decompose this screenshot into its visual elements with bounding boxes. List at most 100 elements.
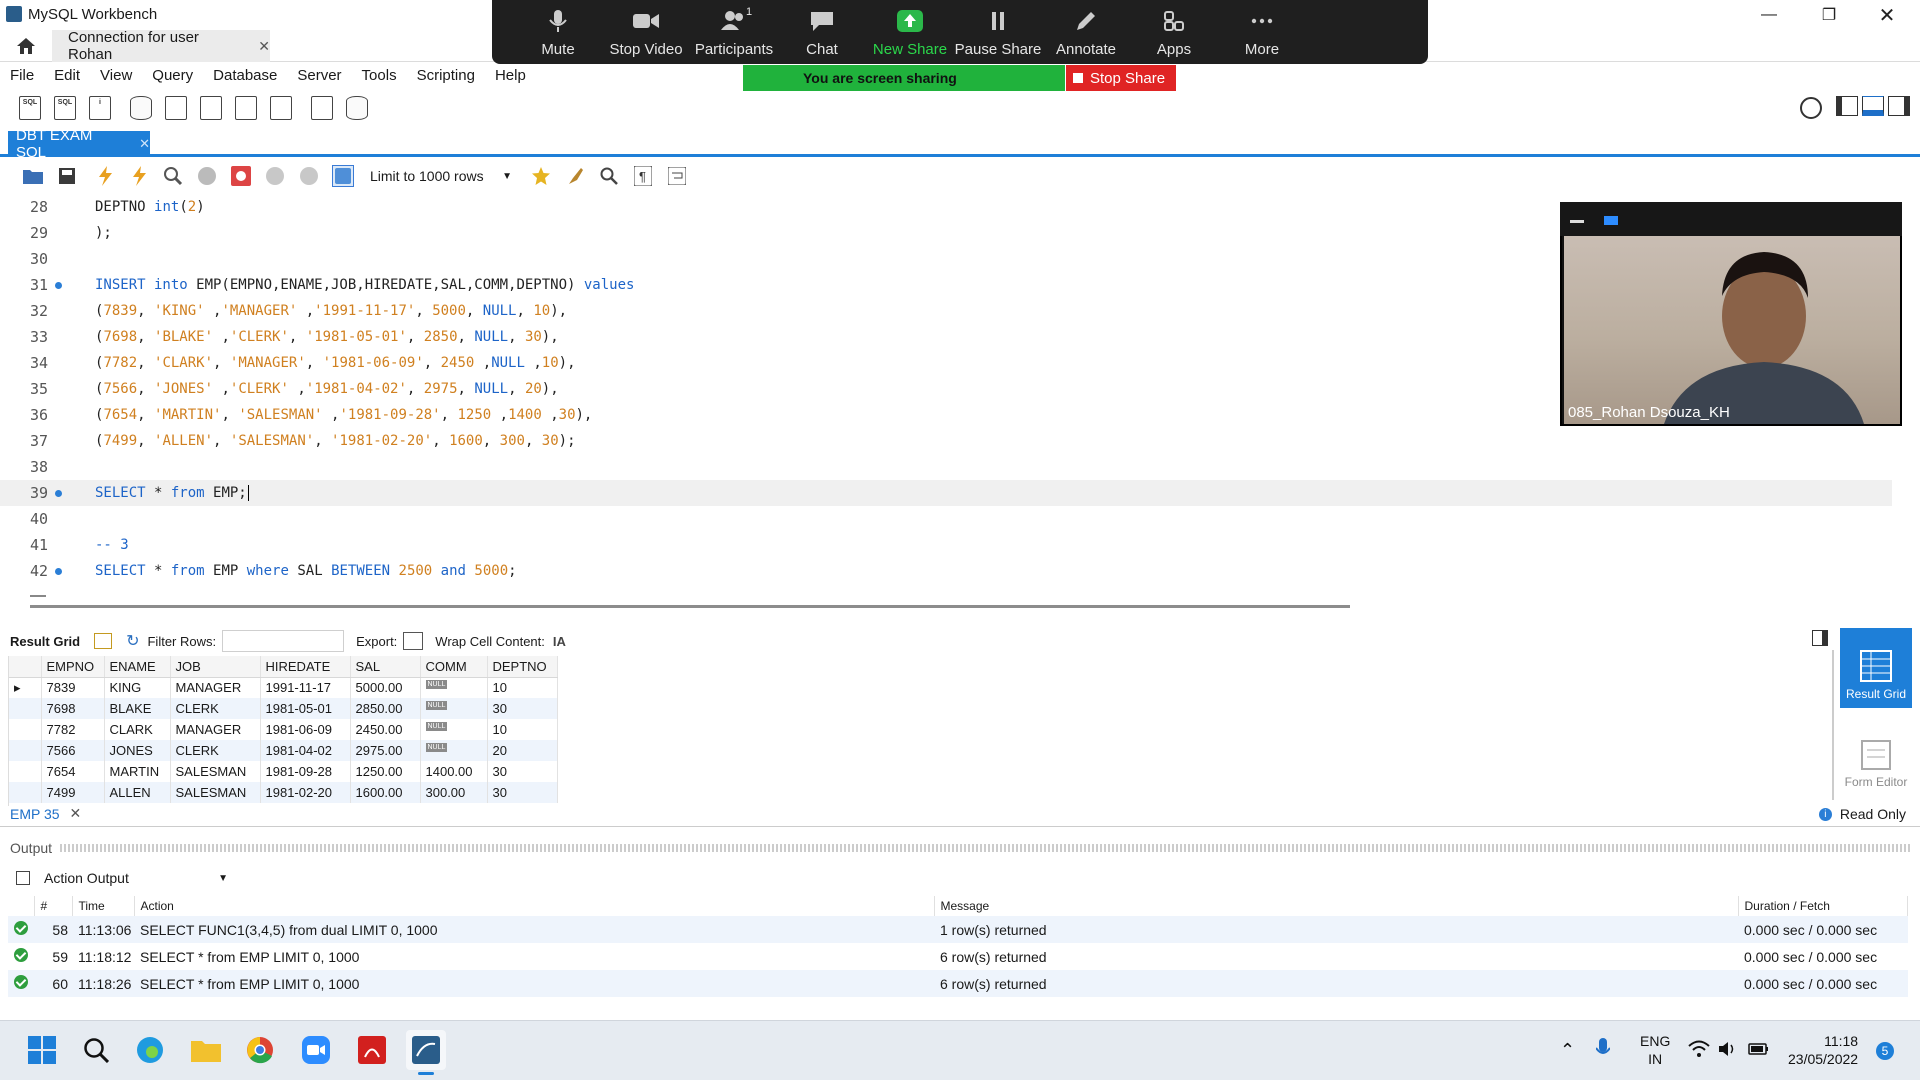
- execute-button[interactable]: [94, 165, 116, 187]
- table-row[interactable]: 7698 BLAKE CLERK 1981-05-01 2850.00 NULL 30: [9, 698, 558, 719]
- zoom-new-share-button[interactable]: New Share: [866, 0, 954, 64]
- export-icon[interactable]: [403, 632, 424, 650]
- table-row[interactable]: 7499 ALLEN SALESMAN 1981-02-20 1600.00 300.00…: [9, 782, 558, 803]
- output-column-header[interactable]: #: [34, 896, 73, 916]
- column-header[interactable]: ENAME: [104, 656, 171, 678]
- result-tab-emp[interactable]: EMP 35 ✕: [10, 805, 81, 822]
- menu-scripting[interactable]: Scripting: [417, 67, 475, 84]
- taskbar-mysql-workbench[interactable]: [406, 1030, 446, 1070]
- table-row[interactable]: 7782 CLARK MANAGER 1981-06-09 2450.00 NULL 10: [9, 719, 558, 740]
- action-output-table[interactable]: # Time Action Message Duration / Fetch 5…: [8, 896, 1908, 997]
- menu-database[interactable]: Database: [213, 67, 277, 84]
- menu-query[interactable]: Query: [152, 67, 193, 84]
- action-output-select[interactable]: Action Output ▼: [16, 866, 228, 890]
- column-header[interactable]: HIREDATE: [260, 656, 351, 678]
- execute-current-button[interactable]: [128, 165, 150, 187]
- column-header[interactable]: DEPTNO: [487, 656, 558, 678]
- create-view-button[interactable]: [197, 94, 225, 122]
- inspector-button[interactable]: i: [86, 94, 114, 122]
- rollback-button[interactable]: [298, 165, 320, 187]
- add-snippet-button[interactable]: [530, 165, 552, 187]
- output-column-header[interactable]: Duration / Fetch: [1738, 896, 1908, 916]
- create-schema-button[interactable]: [127, 94, 155, 122]
- settings-gear-icon[interactable]: [1800, 97, 1822, 119]
- find-button[interactable]: [598, 165, 620, 187]
- output-row[interactable]: 59 11:18:12 SELECT * from EMP LIMIT 0, 100…: [8, 943, 1908, 970]
- wrap-lines-button[interactable]: [666, 165, 688, 187]
- invisible-chars-button[interactable]: ¶: [632, 165, 654, 187]
- menu-view[interactable]: View: [100, 67, 132, 84]
- output-column-header[interactable]: Action: [134, 896, 935, 916]
- limit-rows-select[interactable]: Limit to 1000 rows ▼: [366, 164, 516, 188]
- taskbar-acrobat[interactable]: [352, 1030, 392, 1070]
- output-column-header[interactable]: Message: [934, 896, 1739, 916]
- toggle-secondary-sidebar-button[interactable]: [1888, 96, 1910, 116]
- result-grid-side-button[interactable]: Result Grid: [1840, 628, 1912, 708]
- refresh-icon[interactable]: ↻: [126, 631, 139, 651]
- taskbar-file-explorer[interactable]: [186, 1030, 226, 1070]
- new-sql-tab-button[interactable]: SQL: [16, 94, 44, 122]
- commit-button[interactable]: [264, 165, 286, 187]
- column-header[interactable]: EMPNO: [41, 656, 105, 678]
- zoom-stop-video-button[interactable]: Stop Video: [602, 0, 690, 64]
- open-sql-script-button[interactable]: SQL: [51, 94, 79, 122]
- table-row[interactable]: 7654 MARTIN SALESMAN 1981-09-28 1250.00 1400.…: [9, 761, 558, 782]
- open-file-button[interactable]: [22, 165, 44, 187]
- wifi-icon[interactable]: [1688, 1040, 1710, 1061]
- zoom-more-button[interactable]: More: [1218, 0, 1306, 64]
- battery-icon[interactable]: [1748, 1040, 1770, 1061]
- start-button[interactable]: [22, 1030, 62, 1070]
- taskbar-edge[interactable]: [130, 1030, 170, 1070]
- menu-edit[interactable]: Edit: [54, 67, 80, 84]
- notification-badge[interactable]: 5: [1876, 1042, 1894, 1060]
- microphone-tray-icon[interactable]: [1595, 1038, 1611, 1063]
- toggle-error-stop-button[interactable]: [230, 165, 252, 187]
- volume-icon[interactable]: [1718, 1040, 1738, 1061]
- close-window-button[interactable]: ✕: [1858, 0, 1916, 30]
- result-grid[interactable]: EMPNO ENAME JOB HIREDATE SAL COMM DEPTNO…: [8, 656, 568, 806]
- zoom-pause-share-button[interactable]: Pause Share: [954, 0, 1042, 64]
- close-tab-icon[interactable]: ✕: [258, 38, 270, 55]
- toggle-output-button[interactable]: [1862, 96, 1884, 116]
- show-hidden-icons-chevron-icon[interactable]: ⌃: [1560, 1040, 1575, 1061]
- explain-button[interactable]: [162, 165, 184, 187]
- minimize-button[interactable]: —: [1740, 0, 1798, 30]
- taskbar-search-button[interactable]: [76, 1030, 116, 1070]
- menu-server[interactable]: Server: [297, 67, 341, 84]
- wrap-cell-icon[interactable]: IA: [553, 634, 566, 649]
- stop-share-button[interactable]: Stop Share: [1066, 65, 1176, 91]
- copy-output-icon[interactable]: [16, 871, 30, 885]
- view-toggle-icon[interactable]: [1604, 216, 1618, 225]
- connection-tab[interactable]: Connection for user Rohan ✕: [52, 29, 270, 63]
- save-button[interactable]: [56, 165, 78, 187]
- minimize-video-icon[interactable]: [1570, 220, 1584, 223]
- menu-tools[interactable]: Tools: [362, 67, 397, 84]
- taskbar-chrome[interactable]: [240, 1030, 280, 1070]
- menu-file[interactable]: File: [10, 67, 34, 84]
- reconnect-button[interactable]: [343, 94, 371, 122]
- create-table-button[interactable]: [162, 94, 190, 122]
- table-row[interactable]: 7566 JONES CLERK 1981-04-02 2975.00 NULL 20: [9, 740, 558, 761]
- query-tab[interactable]: DBT EXAM SQL ✕: [8, 127, 150, 161]
- home-tab[interactable]: [0, 30, 52, 62]
- zoom-participants-button[interactable]: 1 Participants: [690, 0, 778, 64]
- taskbar-zoom[interactable]: [296, 1030, 336, 1070]
- output-row[interactable]: 58 11:13:06 SELECT FUNC1(3,4,5) from dual …: [8, 916, 1908, 943]
- output-column-header[interactable]: Time: [72, 896, 135, 916]
- zoom-annotate-button[interactable]: Annotate: [1042, 0, 1130, 64]
- column-header[interactable]: COMM: [420, 656, 488, 678]
- column-header[interactable]: JOB: [170, 656, 261, 678]
- result-grid-label[interactable]: Result Grid: [10, 634, 80, 649]
- zoom-mute-button[interactable]: Mute: [514, 0, 602, 64]
- output-row[interactable]: 60 11:18:26 SELECT * from EMP LIMIT 0, 100…: [8, 970, 1908, 997]
- close-query-tab-icon[interactable]: ✕: [139, 136, 150, 152]
- form-editor-side-button[interactable]: Form Editor: [1840, 716, 1912, 788]
- grid-view-icon[interactable]: [94, 633, 113, 649]
- autocommit-toggle[interactable]: [332, 165, 354, 187]
- zoom-chat-button[interactable]: Chat: [778, 0, 866, 64]
- menu-help[interactable]: Help: [495, 67, 526, 84]
- beautify-button[interactable]: [564, 165, 586, 187]
- result-vertical-scrollbar[interactable]: [1832, 650, 1834, 800]
- search-table-data-button[interactable]: [308, 94, 336, 122]
- zoom-apps-button[interactable]: Apps: [1130, 0, 1218, 64]
